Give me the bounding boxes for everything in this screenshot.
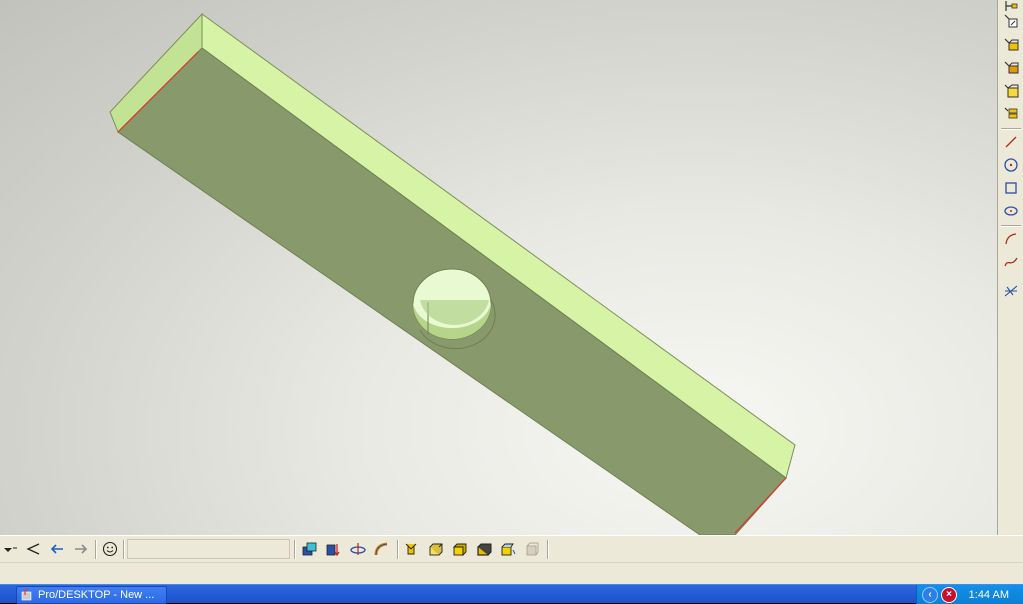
circle-tool-icon[interactable] (1000, 155, 1022, 175)
rectangle-tool-icon[interactable] (1000, 178, 1022, 198)
pro-desktop-app-icon (21, 589, 33, 601)
select-face-icon[interactable] (1000, 11, 1022, 31)
bottom-toolbar (0, 535, 1023, 562)
back-view-icon[interactable] (22, 539, 44, 559)
solid-view-icon[interactable] (473, 539, 495, 559)
dropdown-icon[interactable] (0, 539, 20, 559)
revolve-icon[interactable] (347, 539, 369, 559)
ellipse-tool-icon[interactable] (1000, 201, 1022, 221)
system-tray: ‹ × 1:44 AM (916, 585, 1023, 604)
trim-tool-icon[interactable] (1000, 281, 1022, 301)
line-tool-icon[interactable] (1000, 132, 1022, 152)
extrude-to-icon[interactable] (323, 539, 345, 559)
task-button-label: Pro/DESKTOP - New ... (38, 589, 155, 601)
chevron-left-icon[interactable]: ‹ (922, 586, 938, 603)
select-part-icon[interactable] (1000, 35, 1022, 55)
select-edge-icon[interactable] (1000, 81, 1022, 101)
extrude-icon[interactable] (299, 539, 321, 559)
sweep-icon[interactable] (371, 539, 393, 559)
task-button-pro-desktop[interactable]: Pro/DESKTOP - New ... (16, 586, 167, 604)
arc-tool-icon[interactable] (1000, 229, 1022, 249)
rotate-view-icon[interactable] (497, 539, 519, 559)
3d-viewport[interactable] (0, 0, 997, 535)
right-toolbar (997, 0, 1023, 535)
box-view-icon[interactable] (425, 539, 447, 559)
arrow-right-icon[interactable] (70, 539, 92, 559)
security-alert-icon[interactable]: × (941, 586, 957, 603)
select-group-icon[interactable] (1000, 104, 1022, 124)
spline-tool-icon[interactable] (1000, 252, 1022, 272)
status-bar (0, 562, 1023, 584)
select-solid-icon[interactable] (1000, 58, 1022, 78)
status-field (127, 539, 290, 559)
arrow-left-icon[interactable] (46, 539, 68, 559)
3d-part-model[interactable] (0, 0, 997, 535)
windows-taskbar: Pro/DESKTOP - New ... ‹ × 1:44 AM (0, 584, 1023, 604)
disabled-view-icon (521, 539, 543, 559)
clock[interactable]: 1:44 AM (969, 589, 1009, 601)
smiley-icon[interactable] (99, 539, 121, 559)
shell-icon[interactable] (401, 539, 423, 559)
shaded-view-icon[interactable] (449, 539, 471, 559)
